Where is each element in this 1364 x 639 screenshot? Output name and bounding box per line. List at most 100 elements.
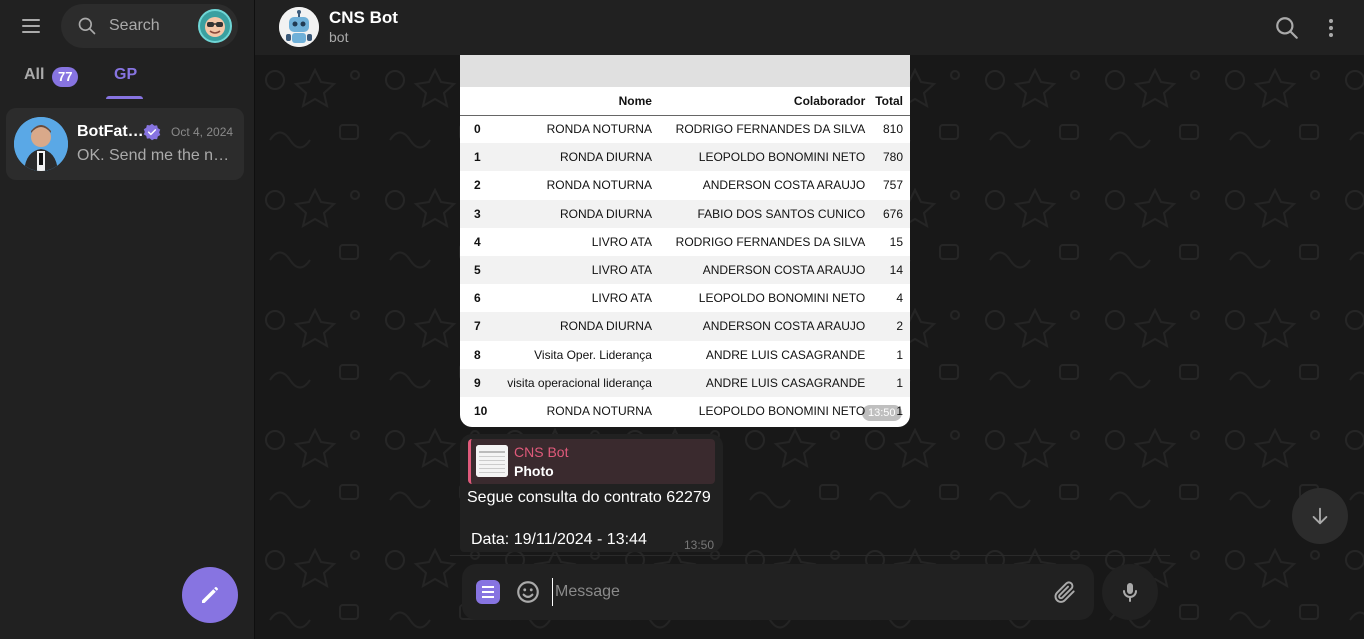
table-row: 5 LIVRO ATA ANDERSON COSTA ARAUJO 14: [460, 255, 910, 285]
table-cell: 780: [872, 143, 910, 172]
table-cell: 810: [882, 122, 903, 137]
table-cell: RONDA NOTURNA: [546, 178, 652, 193]
chat-date: Oct 4, 2024: [171, 125, 234, 139]
bot-avatar[interactable]: [279, 7, 319, 47]
table-row: 8 Visita Oper. Liderança ANDRE LUIS CASA…: [460, 341, 910, 369]
emoji-icon[interactable]: [515, 579, 541, 605]
paperclip-icon[interactable]: [1052, 579, 1078, 605]
table-row: 1 RONDA DIURNA LEOPOLDO BONOMINI NETO 78…: [460, 143, 910, 172]
table-cell: 7: [460, 312, 495, 341]
table-cell: 14: [872, 255, 910, 285]
sidebar: Search All 77 GP BotFat… Oct 4, 2024 OK.…: [0, 0, 255, 639]
table-cell: FABIO DOS SANTOS CUNICO: [658, 199, 873, 228]
tab-gp[interactable]: GP: [114, 66, 137, 84]
table-cell: LEOPOLDO BONOMINI NETO: [658, 143, 873, 172]
message-text-line: Data: 19/11/2024 - 13:44: [471, 531, 647, 548]
arrow-down-icon: [1312, 507, 1328, 525]
microphone-icon: [1123, 583, 1137, 602]
chat-header[interactable]: CNS Bot bot: [255, 0, 1364, 55]
chat-list-item[interactable]: BotFat… Oct 4, 2024 OK. Send me the ne…: [6, 108, 244, 180]
table-cell: 1: [896, 347, 903, 362]
search-icon[interactable]: [1274, 15, 1300, 41]
table-cell: 1: [872, 368, 910, 397]
tab-all-count-badge: 77: [52, 67, 79, 87]
table-cell: LIVRO ATA: [494, 255, 659, 285]
voice-message-button[interactable]: [1102, 564, 1158, 620]
photo-top-strip: [460, 55, 910, 87]
table-header-row: Nome Colaborador Total: [460, 87, 910, 116]
table-cell: RODRIGO FERNANDES DA SILVA: [675, 122, 866, 137]
text-message[interactable]: CNS Bot Photo Segue consulta do contrato…: [460, 434, 723, 552]
reply-quote[interactable]: CNS Bot Photo: [468, 439, 715, 484]
table-cell: 0: [474, 122, 481, 137]
table-cell: 2: [474, 178, 481, 193]
table-row: 4 LIVRO ATA RODRIGO FERNANDES DA SILVA 1…: [460, 228, 910, 256]
reply-thumbnail: [476, 445, 508, 477]
table-row: 10 RONDA NOTURNA LEOPOLDO BONOMINI NETO …: [460, 397, 910, 425]
table-cell: 5: [460, 255, 495, 285]
table-header-index: [460, 87, 495, 116]
table-cell: LIVRO ATA: [591, 234, 652, 249]
table-cell: 2: [872, 312, 910, 341]
table-cell: RONDA NOTURNA: [546, 403, 652, 418]
message-text-line: Segue consulta do contrato 62279: [467, 489, 711, 506]
search-icon: [78, 17, 96, 35]
table-cell: ANDERSON COSTA ARAUJO: [702, 178, 866, 193]
table-cell: 10: [474, 403, 488, 418]
tab-all[interactable]: All: [24, 66, 44, 84]
message-input[interactable]: [552, 578, 1032, 606]
hamburger-menu-icon[interactable]: [14, 12, 48, 40]
reply-sender-name: CNS Bot: [514, 444, 569, 460]
table-cell: 3: [460, 199, 495, 228]
table-cell: RONDA NOTURNA: [546, 122, 652, 137]
message-timestamp: 13:50: [684, 538, 715, 552]
table-header-colaborador: Colaborador: [658, 87, 873, 116]
search-box[interactable]: Search: [61, 4, 238, 48]
search-placeholder: Search: [109, 17, 160, 34]
table-cell: LEOPOLDO BONOMINI NETO: [698, 403, 866, 418]
scroll-to-bottom-button[interactable]: [1292, 488, 1348, 544]
table-cell: ANDRE LUIS CASAGRANDE: [658, 368, 873, 397]
table-cell: 757: [882, 178, 903, 193]
chat-preview: OK. Send me the ne…: [77, 147, 235, 164]
table-row: 3 RONDA DIURNA FABIO DOS SANTOS CUNICO 6…: [460, 199, 910, 228]
table-cell: ANDERSON COSTA ARAUJO: [658, 312, 873, 341]
table-cell: RONDA DIURNA: [494, 199, 659, 228]
table-row: 7 RONDA DIURNA ANDERSON COSTA ARAUJO 2: [460, 312, 910, 341]
table-cell: LEOPOLDO BONOMINI NETO: [698, 291, 866, 306]
table-cell: 8: [474, 347, 481, 362]
table-cell: 6: [474, 291, 481, 306]
active-tab-indicator: [106, 96, 143, 99]
photo-message[interactable]: Nome Colaborador Total 0 RONDA NOTURNA R…: [460, 55, 910, 427]
new-message-button[interactable]: [182, 567, 238, 623]
message-area[interactable]: Nome Colaborador Total 0 RONDA NOTURNA R…: [255, 55, 1364, 639]
table-cell: RODRIGO FERNANDES DA SILVA: [675, 234, 866, 249]
bot-menu-button[interactable]: [476, 580, 500, 604]
table-cell: 1: [460, 143, 495, 172]
reply-content-label: Photo: [514, 463, 554, 479]
more-vertical-icon[interactable]: [1319, 15, 1343, 41]
table-cell: 9: [460, 368, 495, 397]
table-row: 9 visita operacional liderança ANDRE LUI…: [460, 368, 910, 397]
table-cell: LIVRO ATA: [591, 291, 652, 306]
search-emoji-avatar[interactable]: [198, 9, 232, 43]
divider: [450, 555, 1170, 556]
table-header-total: Total: [872, 87, 910, 116]
table-row: 6 LIVRO ATA LEOPOLDO BONOMINI NETO 4: [460, 284, 910, 312]
chat-avatar: [14, 117, 68, 171]
chat-subtitle: bot: [329, 29, 349, 45]
table-row: 0 RONDA NOTURNA RODRIGO FERNANDES DA SIL…: [460, 115, 910, 143]
table-cell: 4: [474, 234, 481, 249]
table-cell: Visita Oper. Liderança: [534, 347, 652, 362]
chat-title: CNS Bot: [329, 8, 398, 27]
dataframe-table: Nome Colaborador Total 0 RONDA NOTURNA R…: [460, 87, 910, 425]
pencil-icon: [202, 587, 218, 603]
table-cell: 4: [896, 291, 903, 306]
photo-timestamp: 13:50: [862, 405, 902, 421]
verified-icon: [143, 123, 161, 141]
table-cell: ANDRE LUIS CASAGRANDE: [705, 347, 866, 362]
folder-tabs: All 77 GP: [0, 56, 254, 100]
table-row: 2 RONDA NOTURNA ANDERSON COSTA ARAUJO 75…: [460, 171, 910, 199]
table-cell: 676: [872, 199, 910, 228]
table-cell: RONDA DIURNA: [494, 143, 659, 172]
